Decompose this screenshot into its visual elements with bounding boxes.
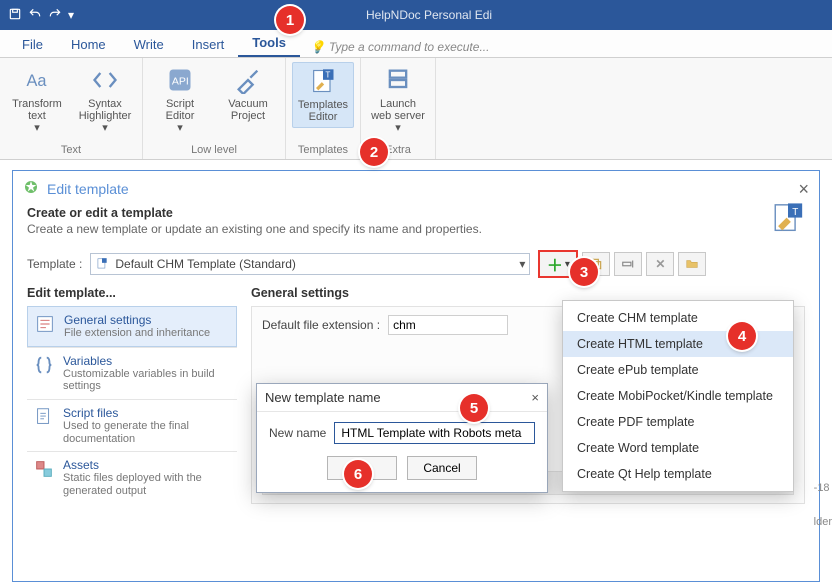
- annotation-badge-1: 1: [276, 6, 304, 34]
- annotation-badge-4: 4: [728, 322, 756, 350]
- template-toolbar: ＋ ▾ ✕: [538, 250, 706, 278]
- settings-icon: [34, 313, 56, 335]
- cat-general-settings[interactable]: General settingsFile extension and inher…: [27, 306, 237, 347]
- new-name-input[interactable]: [334, 422, 535, 444]
- cancel-button[interactable]: Cancel: [407, 456, 477, 480]
- delete-icon: ✕: [655, 257, 665, 271]
- code-icon: [91, 66, 119, 94]
- menu-bar: File Home Write Insert Tools 💡 Type a co…: [0, 30, 832, 58]
- template-label: Template :: [27, 257, 82, 271]
- plus-icon: ＋: [547, 252, 563, 276]
- create-template-menu: Create CHM template Create HTML template…: [562, 300, 794, 492]
- annotation-badge-3: 3: [570, 258, 598, 286]
- close-icon[interactable]: ×: [531, 390, 539, 405]
- panel-title: Edit template: [47, 181, 129, 197]
- cat-assets[interactable]: AssetsStatic files deployed with the gen…: [27, 451, 237, 503]
- panel-icon: [23, 179, 39, 198]
- broom-icon: [234, 66, 262, 94]
- svg-text:T: T: [325, 71, 330, 80]
- script-icon: [33, 406, 55, 428]
- default-ext-input[interactable]: [388, 315, 508, 335]
- command-search[interactable]: 💡 Type a command to execute...: [304, 37, 495, 57]
- cat-variables[interactable]: VariablesCustomizable variables in build…: [27, 347, 237, 399]
- open-folder-button[interactable]: [678, 252, 706, 276]
- app-title: HelpNDoc Personal Edi: [74, 8, 824, 22]
- menu-create-qthelp[interactable]: Create Qt Help template: [563, 461, 793, 487]
- braces-icon: [33, 354, 55, 376]
- category-list: Edit template... General settingsFile ex…: [27, 286, 237, 581]
- chevron-down-icon: ▾: [102, 122, 108, 134]
- ribbon-group-lowlevel: API Script Editor▾ Vacuum Project Low le…: [143, 58, 286, 159]
- chevron-down-icon: ▾: [34, 122, 40, 134]
- launch-web-server-button[interactable]: Launch web server▾: [367, 62, 429, 138]
- menu-create-html[interactable]: Create HTML template: [563, 331, 793, 357]
- title-bar: ▾ HelpNDoc Personal Edi: [0, 0, 832, 30]
- rename-template-button[interactable]: [614, 252, 642, 276]
- close-icon[interactable]: ×: [798, 180, 809, 198]
- script-editor-button[interactable]: API Script Editor▾: [149, 62, 211, 138]
- cat-script-files[interactable]: Script filesUsed to generate the final d…: [27, 399, 237, 451]
- tab-home[interactable]: Home: [57, 31, 120, 57]
- svg-text:API: API: [172, 76, 189, 88]
- transform-text-button[interactable]: Aa Transform text▾: [6, 62, 68, 138]
- annotation-badge-6: 6: [344, 460, 372, 488]
- transform-text-icon: Aa: [23, 66, 51, 94]
- menu-create-pdf[interactable]: Create PDF template: [563, 409, 793, 435]
- chevron-down-icon: ▾: [177, 122, 183, 134]
- syntax-highlighter-button[interactable]: Syntax Highlighter▾: [74, 62, 136, 138]
- menu-create-epub[interactable]: Create ePub template: [563, 357, 793, 383]
- chevron-down-icon: ▾: [395, 122, 401, 134]
- tab-write[interactable]: Write: [120, 31, 178, 57]
- bulb-icon: 💡: [310, 40, 325, 54]
- undo-icon[interactable]: [28, 7, 42, 24]
- template-value: Default CHM Template (Standard): [115, 257, 296, 271]
- templates-editor-icon: T: [309, 67, 337, 95]
- api-icon: API: [166, 66, 194, 94]
- dialog-title: New template name: [265, 390, 381, 405]
- default-ext-label: Default file extension :: [262, 318, 380, 332]
- menu-create-word[interactable]: Create Word template: [563, 435, 793, 461]
- server-icon: [384, 66, 412, 94]
- svg-text:T: T: [792, 207, 798, 218]
- chevron-down-icon: ▾: [519, 257, 525, 271]
- quick-access-toolbar: ▾: [8, 7, 74, 24]
- folder-icon: [685, 257, 699, 271]
- template-select[interactable]: Default CHM Template (Standard) ▾: [90, 253, 530, 275]
- svg-text:Aa: Aa: [27, 72, 48, 90]
- panel-desc: Create a new template or update an exist…: [27, 222, 805, 236]
- cropped-text: -18 lder: [814, 482, 832, 528]
- menu-create-mobipocket[interactable]: Create MobiPocket/Kindle template: [563, 383, 793, 409]
- template-doc-icon: [95, 257, 109, 271]
- chevron-down-icon: ▾: [565, 259, 570, 270]
- assets-icon: [33, 458, 55, 480]
- ribbon: Aa Transform text▾ Syntax Highlighter▾ T…: [0, 58, 832, 160]
- new-name-label: New name: [269, 426, 326, 440]
- tab-file[interactable]: File: [8, 31, 57, 57]
- left-heading: Edit template...: [27, 286, 237, 300]
- delete-template-button[interactable]: ✕: [646, 252, 674, 276]
- command-search-placeholder: Type a command to execute...: [329, 40, 490, 54]
- redo-icon[interactable]: [48, 7, 62, 24]
- vacuum-project-button[interactable]: Vacuum Project: [217, 62, 279, 138]
- ribbon-group-text: Aa Transform text▾ Syntax Highlighter▾ T…: [0, 58, 143, 159]
- templates-editor-button[interactable]: T Templates Editor: [292, 62, 354, 128]
- new-template-name-dialog: New template name × New name OK Cancel: [256, 383, 548, 493]
- save-icon[interactable]: [8, 7, 22, 24]
- rename-icon: [621, 257, 635, 271]
- right-heading: General settings: [251, 286, 805, 300]
- annotation-badge-2: 2: [360, 138, 388, 166]
- menu-create-chm[interactable]: Create CHM template: [563, 305, 793, 331]
- ribbon-group-templates: T Templates Editor Templates: [286, 58, 361, 159]
- annotation-badge-5: 5: [460, 394, 488, 422]
- panel-heading: Create or edit a template: [27, 206, 173, 220]
- tab-insert[interactable]: Insert: [178, 31, 239, 57]
- template-big-icon: T: [771, 202, 805, 236]
